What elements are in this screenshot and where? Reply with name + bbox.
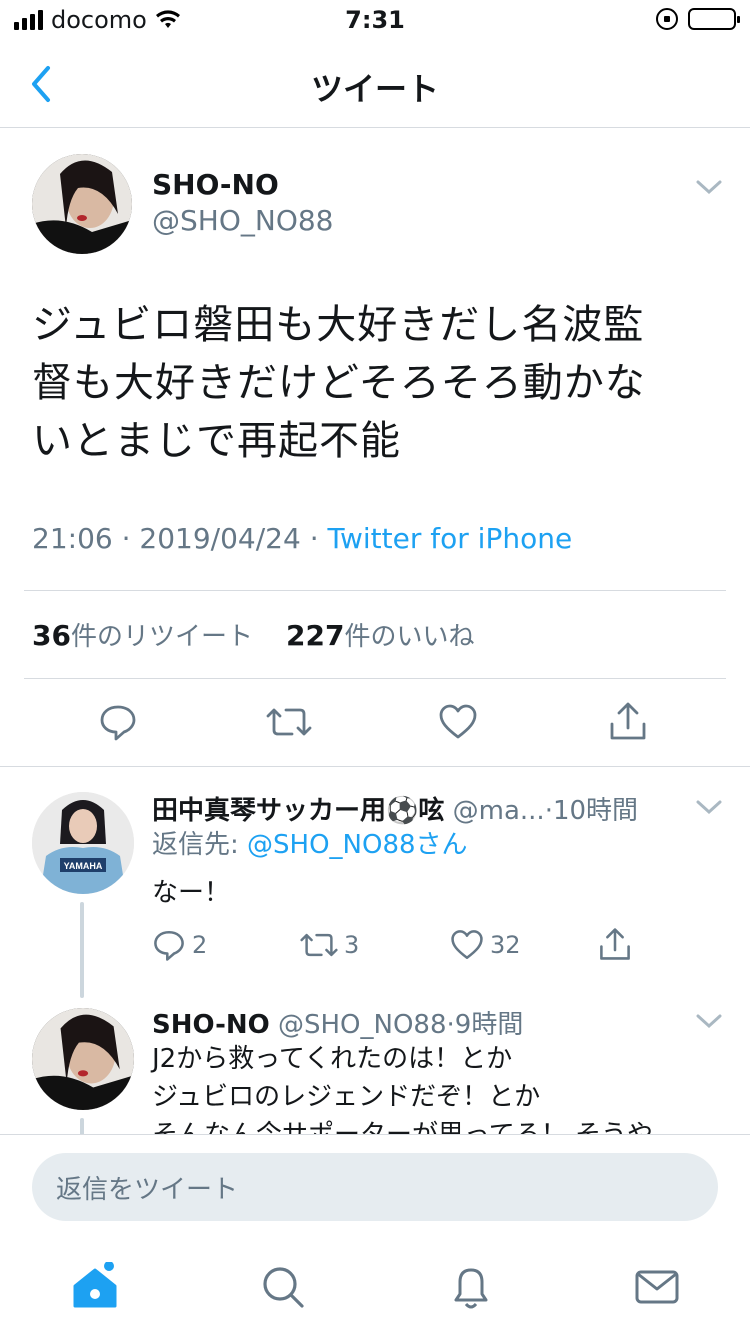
notifications-icon (454, 1268, 488, 1309)
tweet-text-line: ジュビロ磐田も大好きだし名波監 (32, 302, 645, 348)
tweet-meta: 21:06 · 2019/04/24 · Twitter for iPhone (32, 522, 572, 555)
avatar-image: YAMAHA (32, 792, 134, 894)
avatar-image (32, 1008, 134, 1110)
battery-icon (688, 8, 740, 30)
tab-bar (0, 1244, 750, 1334)
search-icon (263, 1267, 304, 1308)
like-icon[interactable] (438, 702, 478, 742)
retweet-icon (300, 933, 338, 957)
reply-like-button[interactable]: 32 (450, 928, 521, 962)
tab-messages[interactable] (632, 1262, 682, 1312)
retweet-icon[interactable] (266, 702, 312, 742)
tab-home[interactable] (70, 1261, 120, 1312)
status-bar: docomo 7:31 (0, 0, 750, 40)
reply-header: SHO-NO @SHO_NO88·9時間 (152, 1004, 523, 1041)
reply-age: 9時間 (454, 1010, 524, 1040)
reply-text: なー！ (152, 878, 231, 908)
status-right (656, 8, 740, 30)
reply-input-placeholder: 返信をツイート (56, 1175, 239, 1205)
reply-composer: 返信をツイート (0, 1134, 750, 1244)
retweets-label: 件のリツイート (70, 622, 253, 652)
jersey-text: YAMAHA (64, 861, 103, 871)
tweet-action-bar (0, 700, 750, 748)
meta-separator: · (544, 796, 553, 826)
rotation-lock-icon (656, 8, 678, 30)
reply-to-prefix: 返信先: (152, 830, 239, 860)
reply-input[interactable]: 返信をツイート (32, 1153, 718, 1221)
reply-reply-button[interactable]: 2 (152, 928, 207, 962)
author-avatar[interactable] (32, 154, 132, 254)
tab-notifications[interactable] (446, 1262, 496, 1312)
likes-label: 件のいいね (344, 622, 475, 652)
reply-to-line: 返信先: @SHO_NO88さん (152, 826, 468, 864)
reply-author-handle[interactable]: @SHO_NO88 (278, 1010, 447, 1040)
like-count: 32 (490, 931, 521, 959)
reply-age: 10時間 (552, 796, 639, 826)
reply-action-bar: 2 3 32 (0, 926, 750, 966)
like-icon (451, 930, 483, 960)
author-name[interactable]: SHO-NO (152, 168, 279, 201)
reply-author-name[interactable]: 田中真琴サッカー用⚽️呟 (152, 796, 444, 826)
meta-separator: · (309, 522, 319, 555)
tweet-source-link[interactable]: Twitter for iPhone (328, 522, 573, 555)
reply-icon[interactable] (98, 702, 138, 742)
reply-text-line: ジュビロのレジェンドだぞ！とか (152, 1082, 541, 1112)
reply-avatar[interactable] (32, 1008, 134, 1110)
avatar-image (32, 154, 132, 254)
reply-header: 田中真琴サッカー用⚽️呟 @ma...·10時間 (152, 790, 638, 827)
author-handle[interactable]: @SHO_NO88 (152, 204, 333, 237)
reply-count: 2 (192, 931, 208, 959)
reply-author-name[interactable]: SHO-NO (152, 1010, 270, 1040)
retweet-count: 3 (344, 931, 360, 959)
reply-text-line: J2から救ってくれたのは！とか (152, 1044, 513, 1074)
tweet-date: 2019/04/24 (139, 522, 301, 555)
meta-separator: · (121, 522, 131, 555)
clock: 7:31 (345, 6, 405, 34)
reply-icon (154, 930, 184, 961)
engagement-counts: 36件のリツイート 227件のいいね (32, 616, 475, 653)
divider (24, 590, 726, 591)
tweet-text: ジュビロ磐田も大好きだし名波監 督も大好きだけどそろそろ動かな いとまじで再起不… (32, 296, 712, 470)
reply-menu-chevron-icon[interactable] (694, 796, 724, 818)
meta-separator: · (446, 1010, 455, 1040)
reply-retweet-button[interactable]: 3 (300, 928, 359, 962)
reply-avatar[interactable]: YAMAHA (32, 792, 134, 894)
reply-author-handle[interactable]: @ma... (453, 796, 545, 826)
divider (24, 678, 726, 679)
share-icon[interactable] (608, 700, 648, 742)
retweets-count: 36 (32, 619, 71, 652)
tweet-text-line: いとまじで再起不能 (32, 418, 401, 464)
reply-to-mention[interactable]: @SHO_NO88さん (247, 830, 468, 860)
tweet-time: 21:06 (32, 522, 113, 555)
reply-menu-chevron-icon[interactable] (694, 1010, 724, 1032)
home-icon (73, 1261, 117, 1308)
navigation-bar: ツイート (0, 40, 750, 128)
divider (0, 766, 750, 767)
tab-search[interactable] (258, 1262, 308, 1312)
likes-link[interactable]: 227件のいいね (286, 619, 475, 652)
retweets-link[interactable]: 36件のリツイート (32, 619, 253, 652)
share-icon[interactable] (598, 926, 632, 962)
tweet-menu-chevron-icon[interactable] (694, 176, 724, 198)
page-title: ツイート (310, 70, 439, 108)
likes-count: 227 (286, 619, 345, 652)
tweet-text-line: 督も大好きだけどそろそろ動かな (32, 360, 646, 406)
messages-icon (635, 1270, 679, 1304)
